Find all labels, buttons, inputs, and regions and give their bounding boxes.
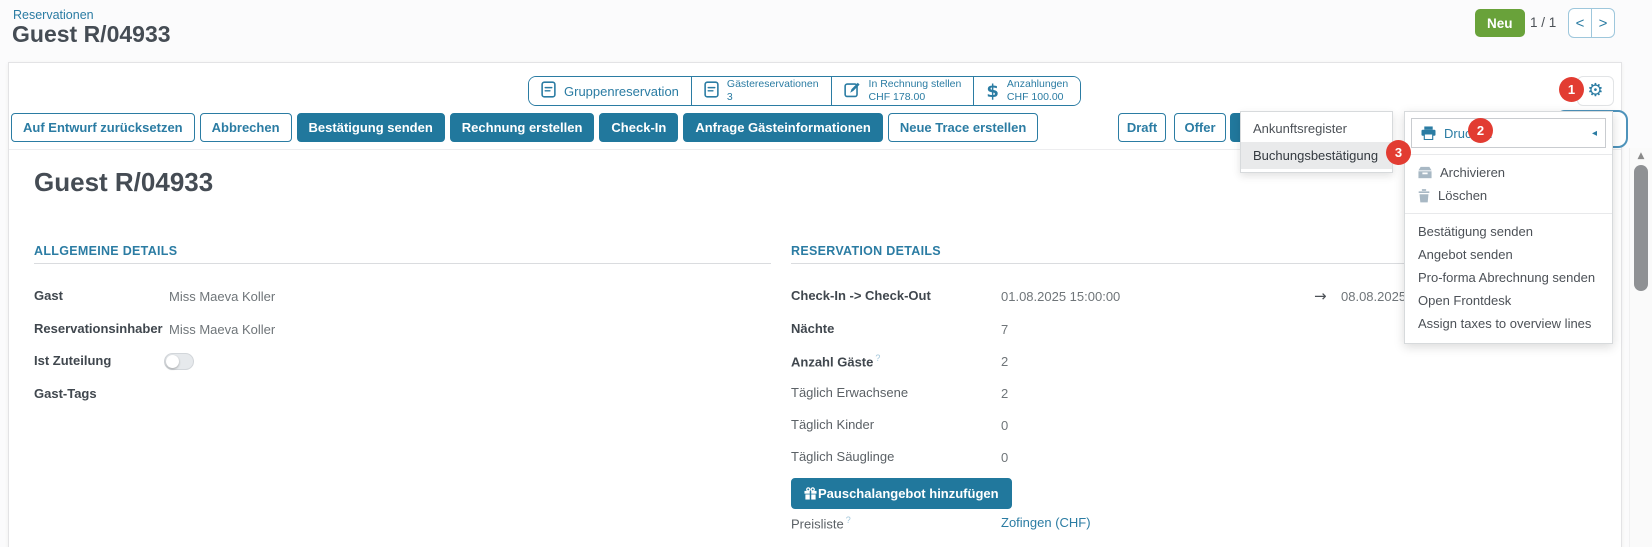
add-package-button[interactable]: Pauschalangebot hinzufügen xyxy=(791,478,1012,509)
menu-item-open-frontdesk[interactable]: Open Frontdesk xyxy=(1405,289,1612,312)
create-invoice-button[interactable]: Rechnung erstellen xyxy=(450,113,595,142)
action-button-row: Auf Entwurf zurücksetzen Abbrechen Bestä… xyxy=(11,113,1038,142)
menu-item-assign-taxes[interactable]: Assign taxes to overview lines xyxy=(1405,312,1612,335)
guest-count-label: Anzahl Gäste? xyxy=(791,353,880,369)
daily-adults-field[interactable]: 2 xyxy=(1001,386,1008,401)
stat-value: CHF 100.00 xyxy=(1007,91,1068,104)
annotation-badge-3: 3 xyxy=(1386,140,1411,165)
stat-label: In Rechnung stellen xyxy=(869,78,962,91)
pricelist-field[interactable]: Zofingen (CHF) xyxy=(1001,515,1091,530)
gear-icon: ⚙ xyxy=(1587,82,1603,100)
stat-label: Gästereservationen xyxy=(727,78,819,91)
stage-draft[interactable]: Draft xyxy=(1118,113,1166,142)
breadcrumb[interactable]: Reservationen xyxy=(13,8,94,22)
help-icon: ? xyxy=(846,515,851,525)
stat-value: CHF 178.00 xyxy=(869,91,962,104)
menu-item-send-confirmation[interactable]: Bestätigung senden xyxy=(1405,220,1612,243)
trash-icon xyxy=(1418,189,1430,203)
archive-icon xyxy=(1418,166,1432,179)
pager-next-button[interactable]: > xyxy=(1591,8,1615,38)
print-submenu: Ankunftsregister Buchungsbestätigung xyxy=(1240,111,1393,173)
archive-label: Archivieren xyxy=(1440,165,1505,180)
document-icon xyxy=(541,81,556,101)
reservation-page: Reservationen Guest R/04933 Neu 1 / 1 < … xyxy=(0,0,1652,547)
request-guest-info-button[interactable]: Anfrage Gästeinformationen xyxy=(683,113,883,142)
menu-divider xyxy=(1405,213,1612,214)
scrollbar-up-arrow-icon[interactable]: ▲ xyxy=(1630,151,1652,161)
group-reservation-button[interactable]: Gruppenreservation xyxy=(529,77,692,105)
reservation-details-section-title: RESERVATION DETAILS xyxy=(791,244,941,258)
pager-prev-button[interactable]: < xyxy=(1568,8,1592,38)
stat-button-box: Gruppenreservation Gästereservationen 3 … xyxy=(528,76,1081,106)
gift-icon xyxy=(804,487,817,500)
menu-divider xyxy=(1405,154,1612,155)
guest-label: Gast xyxy=(34,288,63,303)
form-title: Guest R/04933 xyxy=(34,167,213,198)
menu-item-send-proforma[interactable]: Pro-forma Abrechnung senden xyxy=(1405,266,1612,289)
stat-label: Gruppenreservation xyxy=(564,84,679,99)
guest-tags-label: Gast-Tags xyxy=(34,386,97,401)
check-in-button[interactable]: Check-In xyxy=(599,113,678,142)
down-payments-button[interactable]: $ Anzahlungen CHF 100.00 xyxy=(974,77,1080,105)
caret-left-icon: ◂ xyxy=(1592,128,1597,139)
nights-field[interactable]: 7 xyxy=(1001,322,1008,337)
page-title: Guest R/04933 xyxy=(12,21,171,48)
reservation-holder-field[interactable]: Miss Maeva Koller xyxy=(169,322,275,337)
cancel-button[interactable]: Abbrechen xyxy=(200,113,292,142)
checkin-date-field[interactable]: 01.08.2025 15:00:00 xyxy=(1001,289,1120,304)
guest-count-field[interactable]: 2 xyxy=(1001,354,1008,369)
scrollbar-thumb[interactable] xyxy=(1634,165,1648,291)
daily-adults-label: Täglich Erwachsene xyxy=(791,385,908,400)
daily-children-label: Täglich Kinder xyxy=(791,417,874,432)
pricelist-label: Preisliste? xyxy=(791,515,851,531)
menu-item-archive[interactable]: Archivieren xyxy=(1405,161,1612,184)
daily-children-field[interactable]: 0 xyxy=(1001,418,1008,433)
is-allocation-label: Ist Zuteilung xyxy=(34,353,111,368)
menu-item-print[interactable]: Drucken ◂ xyxy=(1411,118,1606,148)
add-package-label: Pauschalangebot hinzufügen xyxy=(818,486,999,501)
stat-label: Anzahlungen xyxy=(1007,78,1068,91)
menu-item-booking-confirmation[interactable]: Buchungsbestätigung xyxy=(1241,142,1392,169)
guest-reservations-button[interactable]: Gästereservationen 3 xyxy=(692,77,832,105)
is-allocation-toggle[interactable] xyxy=(164,353,194,370)
menu-item-send-offer[interactable]: Angebot senden xyxy=(1405,243,1612,266)
guest-field[interactable]: Miss Maeva Koller xyxy=(169,289,275,304)
arrow-right-icon: → xyxy=(1314,287,1327,305)
dollar-icon: $ xyxy=(986,81,999,102)
section-divider xyxy=(34,263,771,264)
nights-label: Nächte xyxy=(791,321,834,336)
general-details-section-title: ALLGEMEINE DETAILS xyxy=(34,244,177,258)
new-button[interactable]: Neu xyxy=(1475,9,1525,37)
help-icon: ? xyxy=(875,353,880,363)
annotation-badge-2: 2 xyxy=(1468,118,1493,143)
annotation-badge-1: 1 xyxy=(1559,77,1584,102)
printer-icon xyxy=(1421,126,1436,140)
daily-infants-label: Täglich Säuglinge xyxy=(791,449,894,464)
menu-item-arrival-register[interactable]: Ankunftsregister xyxy=(1241,115,1392,142)
pager-count: 1 / 1 xyxy=(1530,15,1556,30)
menu-item-delete[interactable]: Löschen xyxy=(1405,184,1612,207)
pager-nav: < > xyxy=(1568,8,1615,38)
daily-infants-field[interactable]: 0 xyxy=(1001,450,1008,465)
gear-dropdown-menu: Drucken ◂ Archivieren Löschen Bestätigun… xyxy=(1404,111,1613,344)
reset-to-draft-button[interactable]: Auf Entwurf zurücksetzen xyxy=(11,113,195,142)
stat-value: 3 xyxy=(727,91,819,104)
chevron-right-icon: > xyxy=(1599,15,1608,32)
chevron-left-icon: < xyxy=(1576,15,1585,32)
stage-offer[interactable]: Offer xyxy=(1174,113,1226,142)
reservation-holder-label: Reservationsinhaber xyxy=(34,321,163,336)
to-invoice-button[interactable]: In Rechnung stellen CHF 178.00 xyxy=(832,77,975,105)
delete-label: Löschen xyxy=(1438,188,1487,203)
document-icon xyxy=(704,81,719,101)
scrollbar-track[interactable]: ▲ xyxy=(1629,148,1652,547)
send-confirmation-button[interactable]: Bestätigung senden xyxy=(297,113,445,142)
checkin-checkout-label: Check-In -> Check-Out xyxy=(791,288,931,303)
new-trace-button[interactable]: Neue Trace erstellen xyxy=(888,113,1038,142)
edit-icon xyxy=(844,81,861,101)
checkout-date-field[interactable]: 08.08.2025 xyxy=(1341,289,1406,304)
